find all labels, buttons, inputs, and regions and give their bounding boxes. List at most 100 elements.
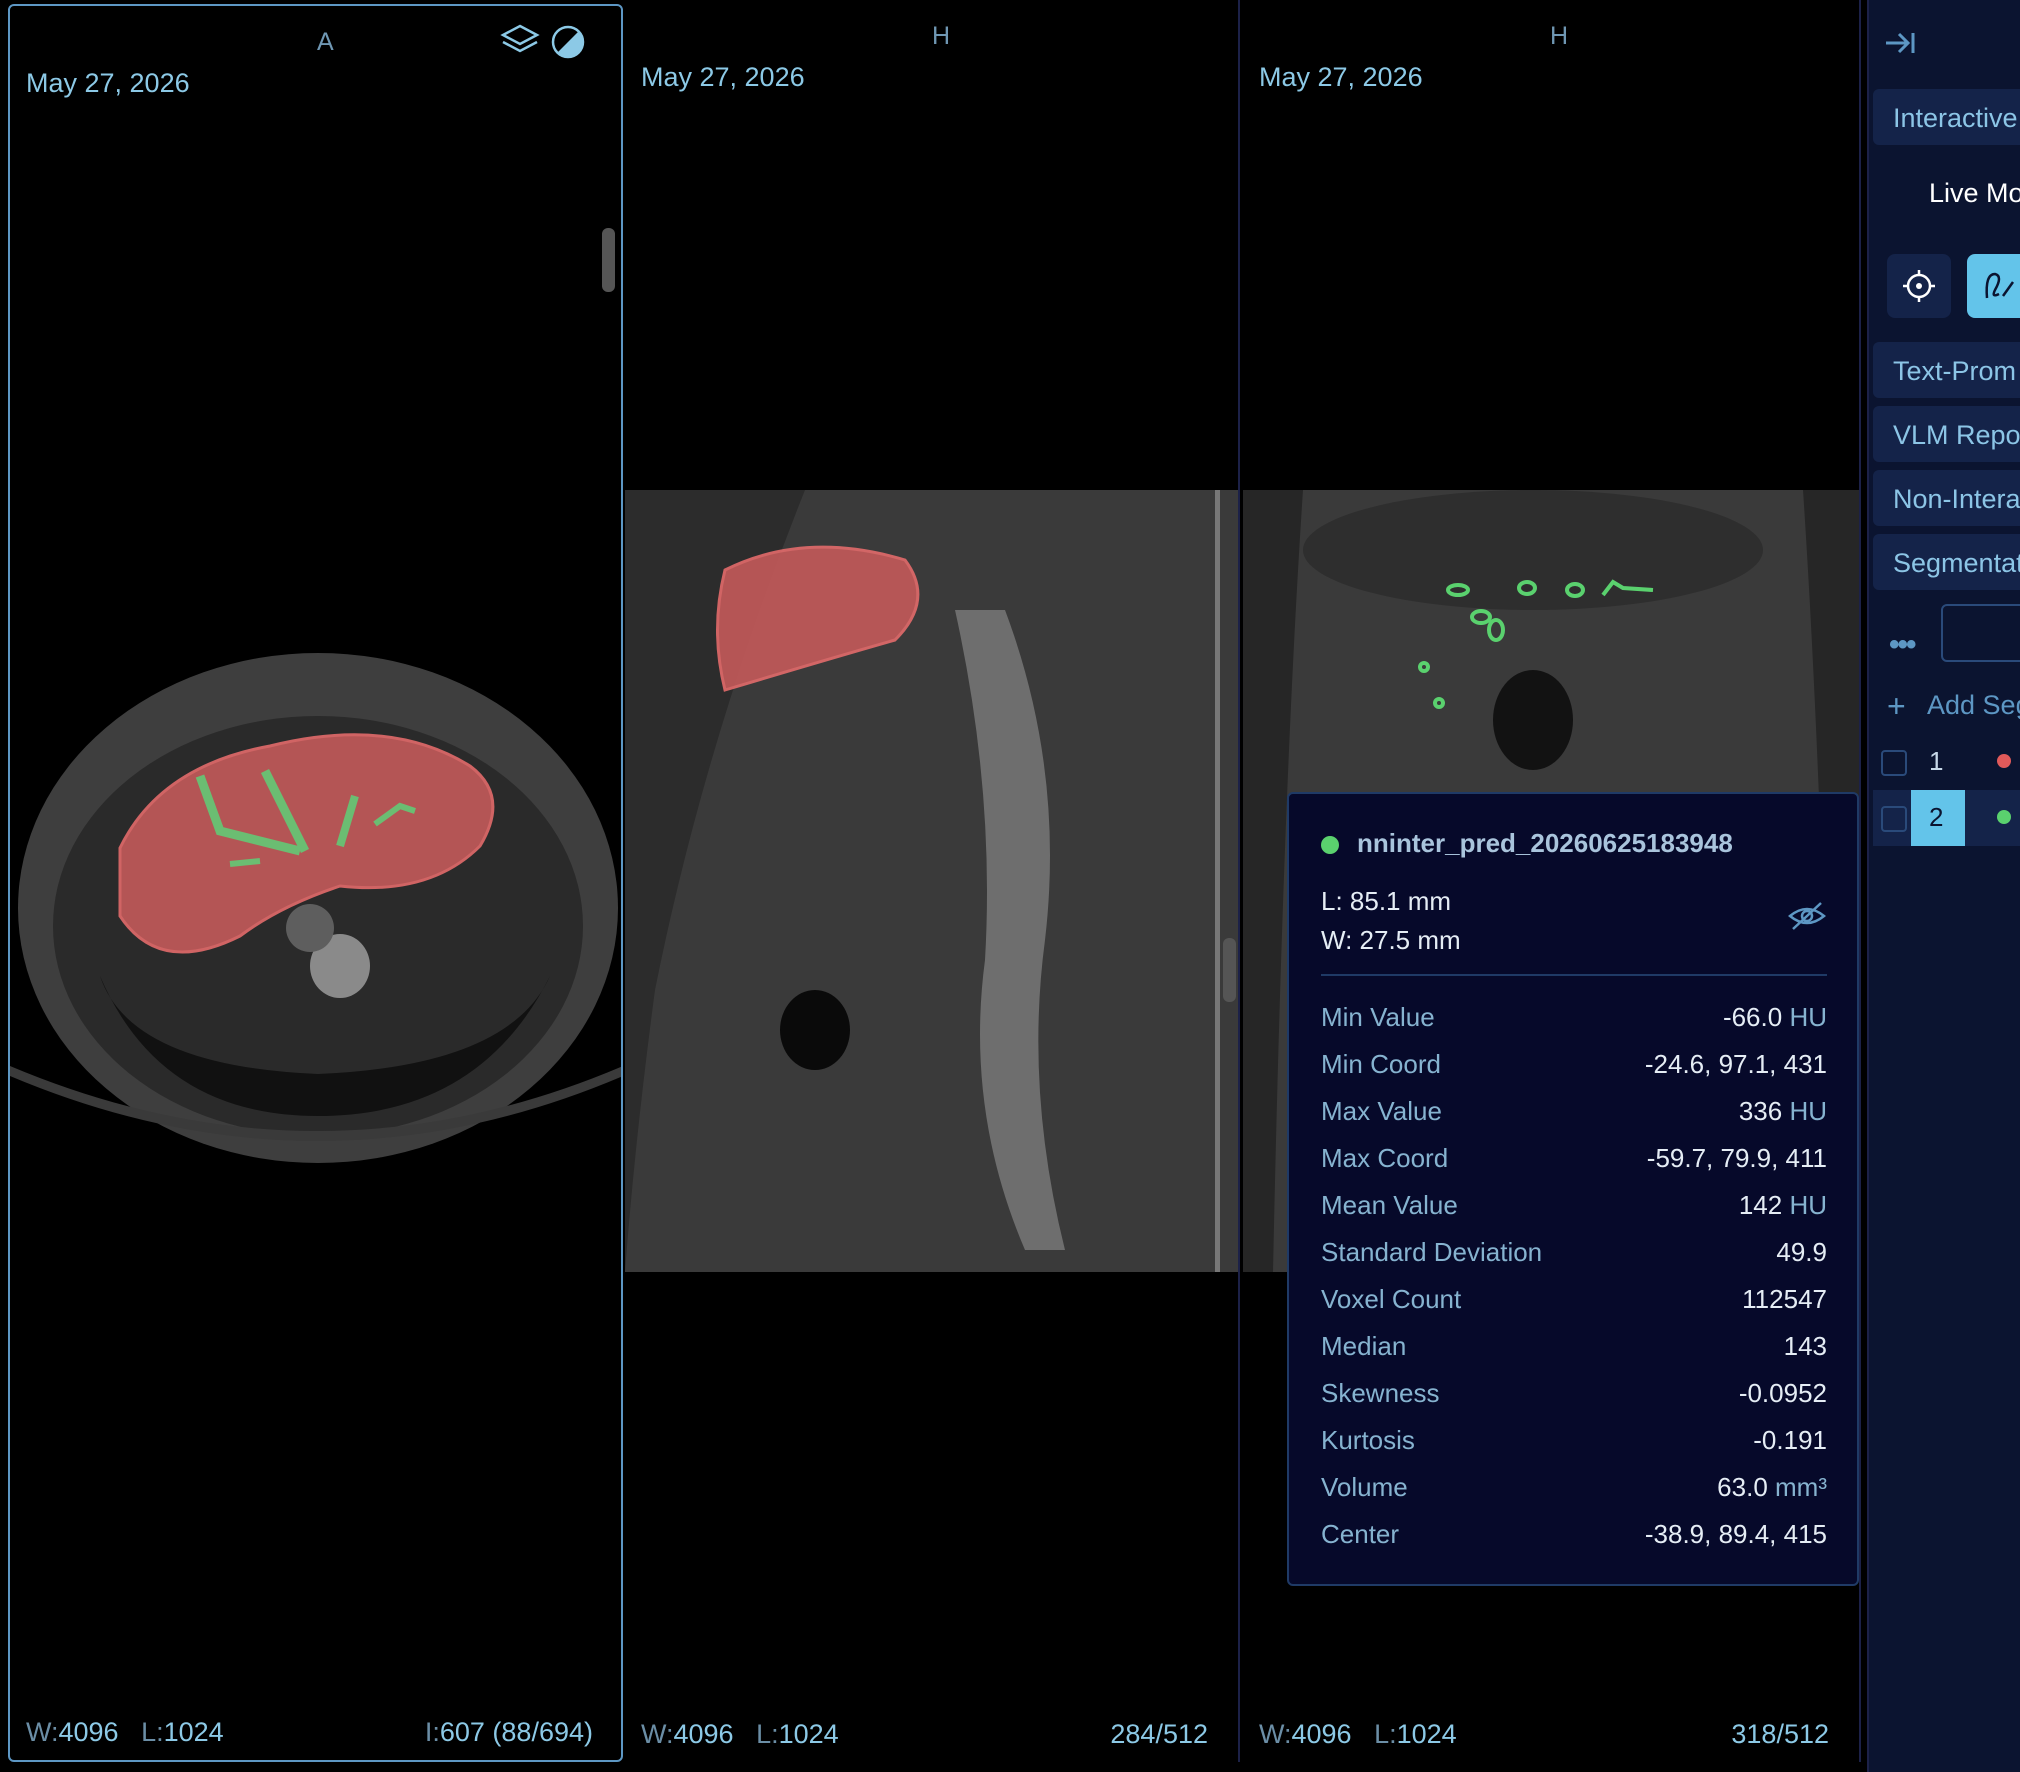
stat-row: Standard Deviation 49.9: [1321, 1237, 1827, 1277]
section-non-interactive[interactable]: Non-Intera: [1873, 470, 2020, 526]
study-date: May 27, 2026: [1259, 62, 1423, 92]
slice-readout: 318/512: [1731, 1719, 1829, 1749]
slice-readout: I:607 (88/694): [425, 1717, 593, 1748]
study-date: May 27, 2026: [26, 68, 190, 98]
stat-label: Median: [1321, 1331, 1407, 1361]
more-options-icon[interactable]: •••: [1889, 628, 1916, 662]
stat-row: Min Value -66.0 HU: [1321, 1002, 1827, 1042]
stat-value: -0.0952: [1738, 1378, 1827, 1408]
level-label: L:: [1374, 1719, 1397, 1749]
section-text-prompt[interactable]: Text-Prom: [1873, 342, 2020, 398]
stat-label: Kurtosis: [1321, 1425, 1415, 1455]
segment-length: L: 85.1 mm: [1321, 886, 1452, 916]
stat-label: Mean Value: [1321, 1190, 1458, 1220]
window-level-readout: W:4096 L:1024: [26, 1717, 224, 1748]
level-label: L:: [756, 1719, 779, 1749]
segment-checkbox[interactable]: [1881, 750, 1907, 776]
window-label: W:: [641, 1719, 674, 1749]
stat-row: Voxel Count 112547: [1321, 1284, 1827, 1324]
section-interactive[interactable]: Interactive: [1873, 89, 2020, 145]
window-level-readout: W:4096 L:1024: [1259, 1719, 1457, 1750]
stat-label: Volume: [1321, 1472, 1408, 1502]
window-label: W:: [1259, 1719, 1292, 1749]
stat-value: 112547: [1742, 1284, 1827, 1314]
stat-row: Kurtosis -0.191: [1321, 1425, 1827, 1465]
contrast-icon[interactable]: [550, 24, 586, 65]
stat-label: Max Value: [1321, 1096, 1442, 1126]
window-value: 4096: [673, 1719, 734, 1749]
segment-row[interactable]: 2: [1873, 790, 2020, 846]
stat-unit: mm³: [1775, 1472, 1827, 1502]
viewport-axial[interactable]: A R May 27, 2026 W:4096 L:1024 I:607 (88…: [8, 4, 623, 1762]
stat-row: Median 143: [1321, 1331, 1827, 1371]
segment-color-dot: [1997, 754, 2011, 768]
stat-row: Mean Value 142 HU: [1321, 1190, 1827, 1230]
stat-label: Skewness: [1321, 1378, 1440, 1408]
level-value: 1024: [163, 1717, 224, 1747]
window-value: 4096: [58, 1717, 119, 1747]
level-value: 1024: [1396, 1719, 1457, 1749]
pen-icon: [1981, 268, 2017, 309]
stat-label: Min Coord: [1321, 1049, 1441, 1079]
stat-value: -38.9, 89.4, 415: [1644, 1519, 1827, 1549]
stat-row: Center -38.9, 89.4, 415: [1321, 1519, 1827, 1559]
viewport-sagittal[interactable]: H A May 27, 2026 W:4096 L:1024 284/512: [625, 0, 1240, 1762]
window-level-readout: W:4096 L:1024: [641, 1719, 839, 1750]
orientation-marker-top: H: [932, 22, 951, 50]
crosshair-tool-button[interactable]: [1887, 254, 1951, 318]
segment-color-dot: [1321, 836, 1339, 854]
stat-value: -66.0 HU: [1722, 1002, 1827, 1032]
stat-row: Min Coord -24.6, 97.1, 431: [1321, 1049, 1827, 1089]
stat-label: Center: [1321, 1519, 1400, 1549]
visibility-off-icon[interactable]: [1787, 900, 1827, 937]
stat-value: -0.191: [1753, 1425, 1827, 1455]
right-sidebar: Interactive Live Mo Text-Prom VLM Repor …: [1867, 0, 2020, 1772]
add-segment-button[interactable]: Add Seg: [1927, 690, 2020, 721]
stat-label: Max Coord: [1321, 1143, 1449, 1173]
stat-unit: HU: [1789, 1190, 1827, 1220]
segment-stats-popup: nninter_pred_20260625183948 L: 85.1 mm W…: [1287, 792, 1859, 1586]
stat-unit: HU: [1789, 1096, 1827, 1126]
study-date: May 27, 2026: [641, 62, 805, 92]
section-segmentation[interactable]: Segmentat: [1873, 534, 2020, 590]
level-label: L:: [141, 1717, 164, 1747]
stat-label: Voxel Count: [1321, 1284, 1462, 1314]
level-value: 1024: [778, 1719, 839, 1749]
add-icon[interactable]: +: [1887, 688, 1906, 725]
scrollbar-thumb[interactable]: [602, 228, 615, 292]
segment-row[interactable]: 1: [1873, 734, 2020, 790]
stat-value: 336 HU: [1738, 1096, 1827, 1126]
collapse-right-icon[interactable]: [1883, 28, 1917, 63]
stat-row: Max Value 336 HU: [1321, 1096, 1827, 1136]
slice-label: I:: [424, 1717, 440, 1747]
section-vlm-report[interactable]: VLM Repor: [1873, 406, 2020, 462]
segmentation-select[interactable]: [1941, 604, 2020, 662]
slice-value: 607 (88/694): [439, 1717, 593, 1747]
stat-unit: HU: [1789, 1002, 1827, 1032]
stat-value: 63.0 mm³: [1717, 1472, 1827, 1502]
divider: [1321, 974, 1827, 976]
stat-value: 142 HU: [1738, 1190, 1827, 1220]
segment-color-dot: [1997, 810, 2011, 824]
segment-checkbox[interactable]: [1881, 806, 1907, 832]
segment-index: 1: [1929, 746, 1944, 776]
layers-icon[interactable]: [500, 22, 540, 65]
segment-index: 2: [1929, 802, 1944, 832]
stat-row: Volume 63.0 mm³: [1321, 1472, 1827, 1512]
segment-name: nninter_pred_20260625183948: [1357, 828, 1733, 858]
window-value: 4096: [1291, 1719, 1352, 1749]
axial-ct-image: [10, 596, 621, 1196]
stat-value: -59.7, 79.9, 411: [1646, 1143, 1827, 1173]
stat-value: 143: [1783, 1331, 1827, 1361]
segment-width: W: 27.5 mm: [1321, 925, 1461, 955]
stat-value: -24.6, 97.1, 431: [1644, 1049, 1827, 1079]
stat-row: Max Coord -59.7, 79.9, 411: [1321, 1143, 1827, 1183]
crosshair-icon: [1901, 268, 1937, 309]
draw-tool-button[interactable]: [1967, 254, 2020, 318]
sagittal-ct-image: [625, 490, 1238, 1272]
window-label: W:: [26, 1717, 59, 1747]
orientation-marker-top: A: [317, 28, 334, 56]
orientation-marker-top: H: [1550, 22, 1569, 50]
stat-row: Skewness -0.0952: [1321, 1378, 1827, 1418]
stat-label: Min Value: [1321, 1002, 1435, 1032]
